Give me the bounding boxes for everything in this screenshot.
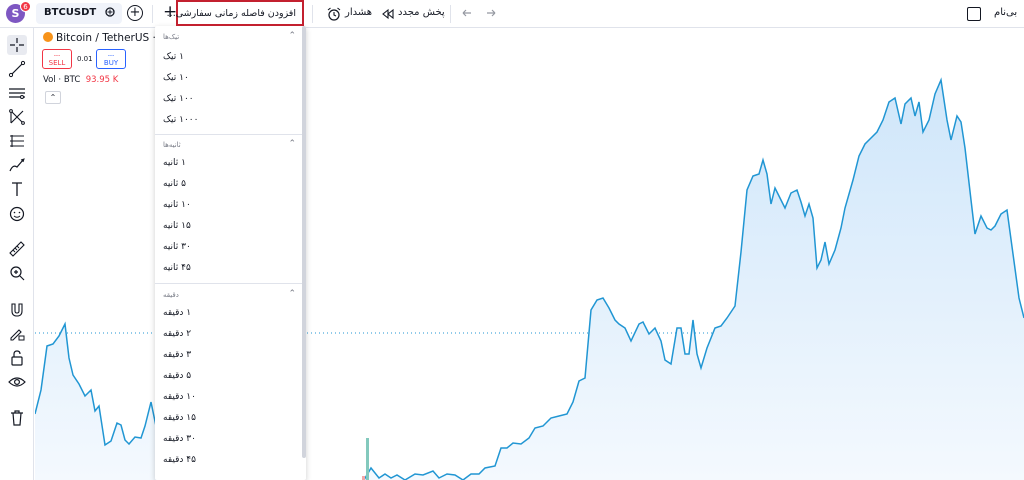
menu-item-5-minute[interactable]: ۵ دقیقه	[163, 371, 191, 381]
toolbar-divider	[450, 5, 451, 23]
volume-bar	[362, 476, 365, 480]
menu-item-10-minute[interactable]: ۱۰ دقیقه	[163, 392, 196, 402]
menu-divider	[155, 134, 302, 135]
symbol-search-button[interactable]: BTCUSDT	[36, 3, 122, 24]
notification-badge: 6	[20, 1, 31, 12]
menu-item-15-minute[interactable]: ۱۵ دقیقه	[163, 413, 196, 423]
volume-legend[interactable]: Vol · BTC 93.95 K	[43, 75, 118, 85]
eye-icon[interactable]	[7, 372, 27, 392]
menu-item-30-minute[interactable]: ۳۰ دقیقه	[163, 434, 196, 444]
menu-item-5-second[interactable]: ۵ ثانیه	[163, 179, 186, 189]
sell-button[interactable]: --- SELL	[42, 49, 72, 69]
toolbar-divider	[312, 5, 313, 23]
ruler-icon[interactable]	[7, 239, 27, 259]
magnet-icon[interactable]	[7, 300, 27, 320]
lock-icon[interactable]	[7, 348, 27, 368]
lock-pencil-icon[interactable]	[7, 324, 27, 344]
chevron-up-icon: ⌃	[288, 139, 296, 149]
menu-item-100-tick[interactable]: ۱۰۰ تیک	[163, 94, 194, 104]
emoji-icon[interactable]	[7, 204, 27, 224]
section-minutes-header[interactable]: دقیقه ⌃	[155, 288, 302, 304]
layout-name-button[interactable]: بی‌نام	[994, 7, 1017, 18]
section-ticks-header[interactable]: تیک‌ها ⌃	[155, 30, 302, 46]
redo-icon[interactable]	[483, 6, 499, 22]
add-custom-interval-button[interactable]: افزودن فاصله زمانی سفارشی...	[167, 0, 304, 26]
replay-button[interactable]: پخش مجدد	[398, 7, 445, 18]
zoom-in-icon[interactable]	[7, 263, 27, 283]
menu-item-1000-tick[interactable]: ۱۰۰۰ تیک	[163, 115, 198, 125]
bitcoin-logo-icon	[43, 32, 53, 42]
horizontal-lines-icon[interactable]	[7, 83, 27, 103]
symbol-legend[interactable]: Bitcoin / TetherUS · 1	[43, 32, 166, 44]
undo-icon[interactable]	[459, 6, 475, 22]
menu-item-45-second[interactable]: ۴۵ ثانیه	[163, 263, 191, 273]
menu-item-15-second[interactable]: ۱۵ ثانیه	[163, 221, 191, 231]
rewind-icon[interactable]	[380, 6, 396, 22]
layout-icon[interactable]	[967, 7, 981, 21]
collapse-legend-chevron-icon[interactable]: ⌃	[45, 91, 61, 104]
buy-button[interactable]: --- BUY	[96, 49, 126, 69]
menu-scrollbar[interactable]	[302, 26, 306, 458]
symbol-lookup-icon	[105, 7, 115, 17]
menu-item-45-minute[interactable]: ۴۵ دقیقه	[163, 455, 196, 465]
alert-button[interactable]: هشدار	[345, 7, 372, 18]
menu-item-1-minute[interactable]: ۱ دقیقه	[163, 308, 191, 318]
menu-item-1-second[interactable]: ۱ ثانیه	[163, 158, 186, 168]
top-toolbar: S 6 BTCUSDT + + هشدار پخش مجدد بی‌نام	[0, 0, 1024, 28]
drawing-toolbar	[0, 28, 34, 480]
chevron-up-icon: ⌃	[288, 31, 296, 41]
menu-divider	[155, 283, 302, 284]
interval-dropdown: تیک‌ها ⌃ ۱ تیک ۱۰ تیک ۱۰۰ تیک ۱۰۰۰ تیک ث…	[155, 26, 306, 480]
compare-symbol-icon[interactable]: +	[127, 5, 143, 21]
spread-value: 0.01	[77, 55, 93, 63]
menu-item-2-minute[interactable]: ۲ دقیقه	[163, 329, 191, 339]
crosshair-icon[interactable]	[7, 35, 27, 55]
symbol-label: BTCUSDT	[44, 7, 97, 18]
chevron-up-icon: ⌃	[288, 289, 296, 299]
menu-item-30-second[interactable]: ۳۰ ثانیه	[163, 242, 191, 252]
brush-icon[interactable]	[7, 155, 27, 175]
fib-icon[interactable]	[7, 131, 27, 151]
menu-item-10-tick[interactable]: ۱۰ تیک	[163, 73, 189, 83]
menu-item-10-second[interactable]: ۱۰ ثانیه	[163, 200, 191, 210]
menu-item-1-tick[interactable]: ۱ تیک	[163, 52, 184, 62]
trash-icon[interactable]	[7, 408, 27, 428]
menu-item-3-minute[interactable]: ۳ دقیقه	[163, 350, 191, 360]
text-icon[interactable]	[7, 179, 27, 199]
pattern-icon[interactable]	[7, 107, 27, 127]
section-seconds-header[interactable]: ثانیه‌ها ⌃	[155, 138, 302, 154]
toolbar-divider	[152, 5, 153, 23]
alarm-clock-icon[interactable]	[326, 6, 342, 22]
trend-line-icon[interactable]	[7, 59, 27, 79]
volume-bar	[366, 438, 369, 480]
